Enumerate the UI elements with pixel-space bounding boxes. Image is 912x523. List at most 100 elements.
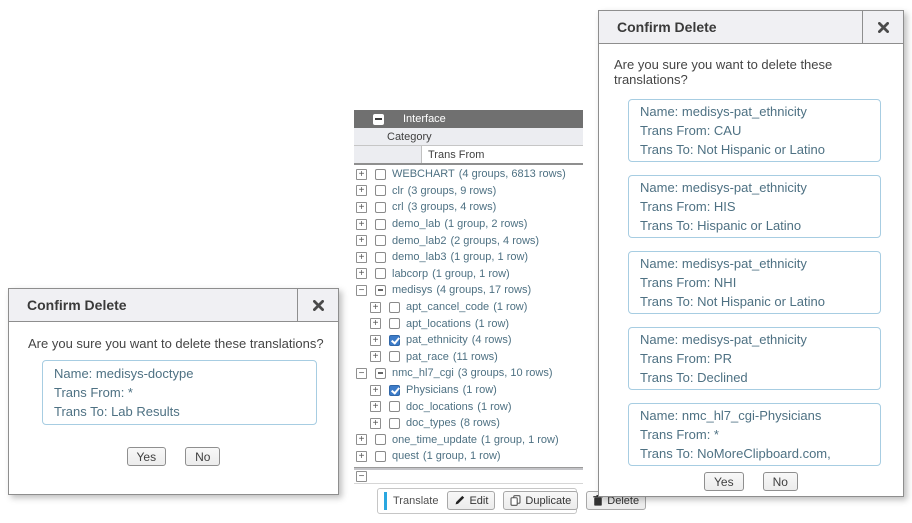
tab-translate[interactable]: Translate (393, 495, 438, 507)
checkbox-unchecked[interactable] (375, 169, 386, 180)
tree-item-label[interactable]: WEBCHART (392, 168, 455, 180)
translation-item: Name: medisys-doctypeTrans From: *Trans … (42, 360, 317, 425)
tree-row: +quest(1 group, 1 row) (354, 448, 583, 465)
translation-line: Name: medisys-pat_ethnicity (640, 178, 869, 197)
no-button[interactable]: No (763, 472, 798, 491)
expand-icon[interactable]: + (356, 219, 367, 230)
yes-button[interactable]: Yes (127, 447, 167, 466)
checkbox-unchecked[interactable] (375, 451, 386, 462)
checkbox-unchecked[interactable] (389, 302, 400, 313)
expand-icon[interactable]: + (370, 318, 381, 329)
duplicate-button[interactable]: Duplicate (503, 491, 578, 510)
expand-icon[interactable]: + (356, 235, 367, 246)
checkbox-unchecked[interactable] (375, 219, 386, 230)
tree-item-label[interactable]: medisys (392, 284, 432, 296)
pencil-icon (454, 495, 465, 506)
tree-item-label[interactable]: labcorp (392, 268, 428, 280)
dialog-buttons: Yes No (9, 447, 338, 466)
close-button[interactable] (297, 289, 338, 321)
translation-line: Trans To: Not Hispanic or Latino (640, 292, 869, 311)
checkbox-unchecked[interactable] (389, 401, 400, 412)
tree-row: +clr(3 groups, 9 rows) (354, 183, 583, 200)
translation-item: Name: nmc_hl7_cgi-PhysiciansTrans From: … (628, 403, 881, 466)
tree-item-label[interactable]: nmc_hl7_cgi (392, 367, 454, 379)
checkbox-unchecked[interactable] (389, 351, 400, 362)
tree-row: − nmc_hl7_cgi (3 groups, 10 rows) (354, 365, 583, 382)
tree-item-label[interactable]: demo_lab3 (392, 251, 446, 263)
expand-icon[interactable]: + (356, 434, 367, 445)
tree-item-label[interactable]: pat_race (406, 351, 449, 363)
checkbox-checked[interactable] (389, 335, 400, 346)
close-icon (313, 300, 324, 311)
expand-icon[interactable]: + (356, 451, 367, 462)
tree-item-label[interactable]: demo_lab (392, 218, 440, 230)
tree-item-label[interactable]: quest (392, 450, 419, 462)
tree-row: +pat_race(11 rows) (354, 349, 583, 366)
trans-from-header-row: Trans From (354, 146, 583, 165)
duplicate-icon (510, 495, 521, 506)
checkbox-unchecked[interactable] (375, 235, 386, 246)
interface-translation-panel: Interface Category Trans From +WEBCHART(… (354, 110, 583, 514)
translation-item: Name: medisys-pat_ethnicityTrans From: C… (628, 99, 881, 162)
tree-item-label[interactable]: doc_types (406, 417, 456, 429)
tree-item-meta: (3 groups, 10 rows) (458, 367, 553, 379)
tree-row: +one_time_update(1 group, 1 row) (354, 432, 583, 449)
yes-button[interactable]: Yes (704, 472, 744, 491)
close-button[interactable] (862, 11, 903, 43)
confirm-question: Are you sure you want to delete these tr… (614, 57, 903, 87)
tree-row: + crl (3 groups, 4 rows) (354, 199, 583, 216)
checkbox-unchecked[interactable] (375, 434, 386, 445)
expand-icon[interactable]: + (370, 302, 381, 313)
tree-footer-row: − (354, 470, 583, 484)
tree-row: +demo_lab3(1 group, 1 row) (354, 249, 583, 266)
tree-item-label[interactable]: apt_locations (406, 318, 471, 330)
checkbox-unchecked[interactable] (375, 252, 386, 263)
collapse-icon[interactable]: − (356, 285, 367, 296)
tree-item-label[interactable]: crl (392, 201, 404, 213)
expand-icon[interactable]: + (370, 401, 381, 412)
tree-item-label[interactable]: apt_cancel_code (406, 301, 489, 313)
tree-item-label[interactable]: clr (392, 185, 404, 197)
dialog-title: Confirm Delete (9, 289, 297, 321)
category-header-row: Category (354, 128, 583, 146)
translation-items: Name: medisys-doctypeTrans From: *Trans … (9, 360, 338, 425)
tree-item-label[interactable]: pat_ethnicity (406, 334, 468, 346)
checkbox-unchecked[interactable] (389, 418, 400, 429)
collapse-all-icon[interactable] (373, 114, 384, 125)
tree-item-label[interactable]: Physicians (406, 384, 459, 396)
expand-icon[interactable]: + (356, 252, 367, 263)
expand-icon[interactable]: + (370, 385, 381, 396)
action-toolbar: Translate Edit Duplicate Delete (377, 488, 577, 514)
expand-icon[interactable]: + (356, 169, 367, 180)
checkbox-unchecked[interactable] (375, 202, 386, 213)
translation-line: Trans To: Hispanic or Latino (640, 216, 869, 235)
expand-icon[interactable]: + (356, 202, 367, 213)
checkbox-checked[interactable] (389, 385, 400, 396)
checkbox-indeterminate[interactable] (375, 368, 386, 379)
edit-button-label: Edit (469, 495, 488, 507)
collapse-icon[interactable]: − (356, 471, 367, 482)
collapse-icon[interactable]: − (356, 368, 367, 379)
expand-icon[interactable]: + (356, 268, 367, 279)
expand-icon[interactable]: + (370, 335, 381, 346)
translation-line: Name: medisys-doctype (54, 364, 305, 383)
category-header-label: Category (387, 131, 432, 143)
expand-icon[interactable]: + (370, 351, 381, 362)
tree-item-meta: (1 group, 2 rows) (444, 218, 527, 230)
no-button[interactable]: No (185, 447, 220, 466)
tree-item-label[interactable]: doc_locations (406, 401, 473, 413)
confirm-delete-dialog-right: Confirm Delete Are you sure you want to … (598, 10, 904, 497)
checkbox-unchecked[interactable] (389, 318, 400, 329)
expand-icon[interactable]: + (356, 185, 367, 196)
checkbox-unchecked[interactable] (375, 185, 386, 196)
tree-item-label[interactable]: one_time_update (392, 434, 477, 446)
checkbox-indeterminate[interactable] (375, 285, 386, 296)
tree-item-label[interactable]: demo_lab2 (392, 235, 446, 247)
edit-button[interactable]: Edit (447, 491, 495, 510)
translation-line: Name: medisys-pat_ethnicity (640, 102, 869, 121)
tree-item-meta: (3 groups, 4 rows) (408, 201, 497, 213)
expand-icon[interactable]: + (370, 418, 381, 429)
tree-item-meta: (1 group, 1 row) (432, 268, 510, 280)
tree-row: +apt_cancel_code(1 row) (354, 299, 583, 316)
checkbox-unchecked[interactable] (375, 268, 386, 279)
